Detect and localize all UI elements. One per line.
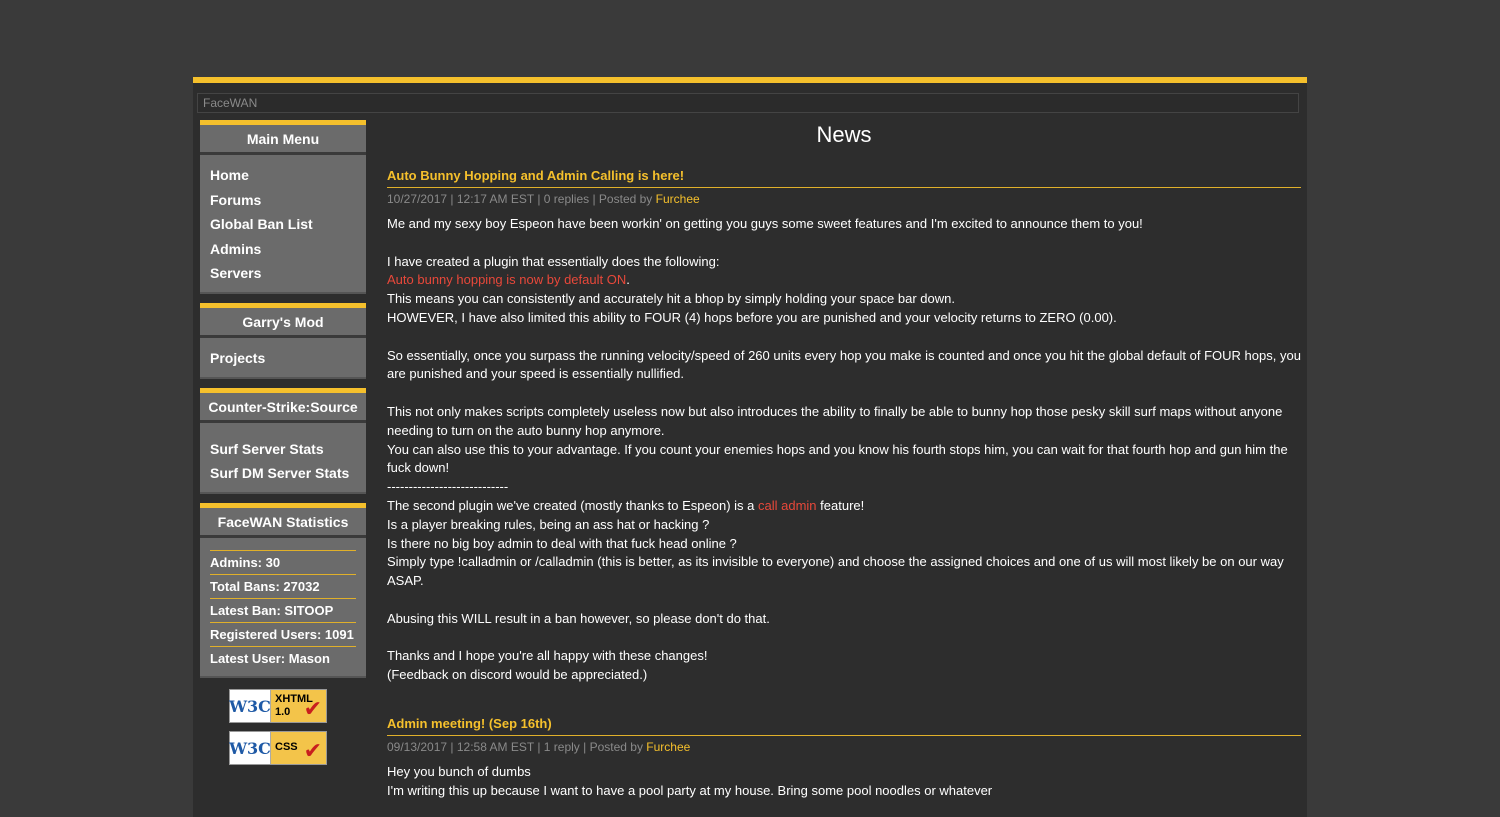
menu-item-surf-dm-server-stats[interactable]: Surf DM Server Stats bbox=[210, 461, 356, 486]
stat-registered-users: Registered Users: 1091 bbox=[210, 621, 356, 646]
highlight-text: Auto bunny hopping is now by default ON bbox=[387, 272, 627, 288]
post-meta: 09/13/2017 | 12:58 AM EST | 1 reply | Po… bbox=[387, 740, 1301, 755]
post-meta-text: 10/27/2017 | 12:17 AM EST | 0 replies | … bbox=[387, 192, 656, 206]
statistics-box: FaceWAN Statistics Admins: 30 Total Bans… bbox=[200, 502, 366, 678]
css-title: Counter-Strike:Source bbox=[200, 392, 366, 423]
page-title: News bbox=[816, 122, 872, 147]
stat-admins: Admins: 30 bbox=[210, 549, 356, 574]
post-paragraph: You can also use this to your advantage.… bbox=[387, 441, 1288, 476]
validation-badges: W3C XHTML 1.0 ✔ W3C CSS ✔ bbox=[229, 689, 327, 773]
post-author-link[interactable]: Furchee bbox=[656, 192, 700, 206]
w3c-xhtml-badge[interactable]: W3C XHTML 1.0 ✔ bbox=[229, 689, 327, 723]
menu-item-home[interactable]: Home bbox=[210, 163, 356, 188]
breadcrumb[interactable]: FaceWAN bbox=[197, 93, 1299, 113]
post-paragraph: Abusing this WILL result in a ban howeve… bbox=[387, 610, 770, 626]
post-paragraph: I have created a plugin that essentially… bbox=[387, 253, 720, 269]
menu-item-forums[interactable]: Forums bbox=[210, 188, 356, 213]
w3c-logo-icon: W3C bbox=[229, 690, 271, 722]
post-paragraph: Me and my sexy boy Espeon have been work… bbox=[387, 216, 1143, 231]
w3c-css-badge[interactable]: W3C CSS ✔ bbox=[229, 731, 327, 765]
post-author-link[interactable]: Furchee bbox=[646, 740, 690, 754]
post-paragraph: Thanks and I hope you're all happy with … bbox=[387, 648, 708, 664]
post-body: Hey you bunch of dumbs I'm writing this … bbox=[387, 763, 1301, 801]
garrys-mod-box: Garry's Mod Projects bbox=[200, 302, 366, 379]
post-title[interactable]: Admin meeting! (Sep 16th) bbox=[387, 716, 1301, 736]
post-title[interactable]: Auto Bunny Hopping and Admin Calling is … bbox=[387, 168, 1301, 188]
post-paragraph: The second plugin we've created (mostly … bbox=[387, 497, 865, 513]
sidebar: Main Menu Home Forums Global Ban List Ad… bbox=[200, 120, 366, 687]
post-paragraph: Is a player breaking rules, being an ass… bbox=[387, 516, 710, 532]
highlight-text: call admin bbox=[758, 497, 817, 513]
post-paragraph: Is there no big boy admin to deal with t… bbox=[387, 535, 737, 551]
post-paragraph: Auto bunny hopping is now by default ON. bbox=[387, 272, 630, 288]
news-post: Auto Bunny Hopping and Admin Calling is … bbox=[387, 168, 1301, 685]
post-paragraph: (Feedback on discord would be appreciate… bbox=[387, 667, 648, 683]
post-meta-text: 09/13/2017 | 12:58 AM EST | 1 reply | Po… bbox=[387, 739, 647, 754]
stat-total-bans: Total Bans: 27032 bbox=[210, 573, 356, 598]
post-meta: 10/27/2017 | 12:17 AM EST | 0 replies | … bbox=[387, 192, 1301, 207]
checkmark-icon: ✔ bbox=[303, 696, 322, 721]
css-box: Counter-Strike:Source Surf Server Stats … bbox=[200, 387, 366, 494]
menu-item-surf-server-stats[interactable]: Surf Server Stats bbox=[210, 437, 356, 462]
divider-text: ---------------------------- bbox=[387, 479, 509, 495]
post-paragraph: I'm writing this up because I want to ha… bbox=[387, 782, 993, 798]
stat-latest-user: Latest User: Mason bbox=[210, 645, 356, 670]
news-main: News Auto Bunny Hopping and Admin Callin… bbox=[387, 120, 1301, 801]
menu-item-servers[interactable]: Servers bbox=[210, 261, 356, 286]
checkmark-icon: ✔ bbox=[303, 738, 322, 763]
w3c-logo-icon: W3C bbox=[229, 732, 271, 764]
news-post: Admin meeting! (Sep 16th) 09/13/2017 | 1… bbox=[387, 716, 1301, 801]
post-paragraph: This not only makes scripts completely u… bbox=[387, 403, 1283, 438]
post-paragraph: Simply type !calladmin or /calladmin (th… bbox=[387, 554, 1284, 589]
post-body: Me and my sexy boy Espeon have been work… bbox=[387, 215, 1301, 685]
statistics-title: FaceWAN Statistics bbox=[200, 507, 366, 538]
post-paragraph: Hey you bunch of dumbs bbox=[387, 763, 531, 779]
main-menu-box: Main Menu Home Forums Global Ban List Ad… bbox=[200, 120, 366, 294]
content-wrapper: FaceWAN Main Menu Home Forums Global Ban… bbox=[193, 77, 1307, 817]
post-paragraph: So essentially, once you surpass the run… bbox=[387, 347, 1301, 382]
main-menu-title: Main Menu bbox=[200, 125, 366, 155]
post-paragraph: HOWEVER, I have also limited this abilit… bbox=[387, 309, 1117, 325]
menu-item-admins[interactable]: Admins bbox=[210, 237, 356, 262]
menu-item-projects[interactable]: Projects bbox=[210, 346, 356, 371]
post-paragraph: This means you can consistently and accu… bbox=[387, 291, 955, 307]
stat-latest-ban: Latest Ban: SITOOP bbox=[210, 597, 356, 622]
garrys-mod-title: Garry's Mod bbox=[200, 307, 366, 338]
menu-item-global-ban-list[interactable]: Global Ban List bbox=[210, 212, 356, 237]
